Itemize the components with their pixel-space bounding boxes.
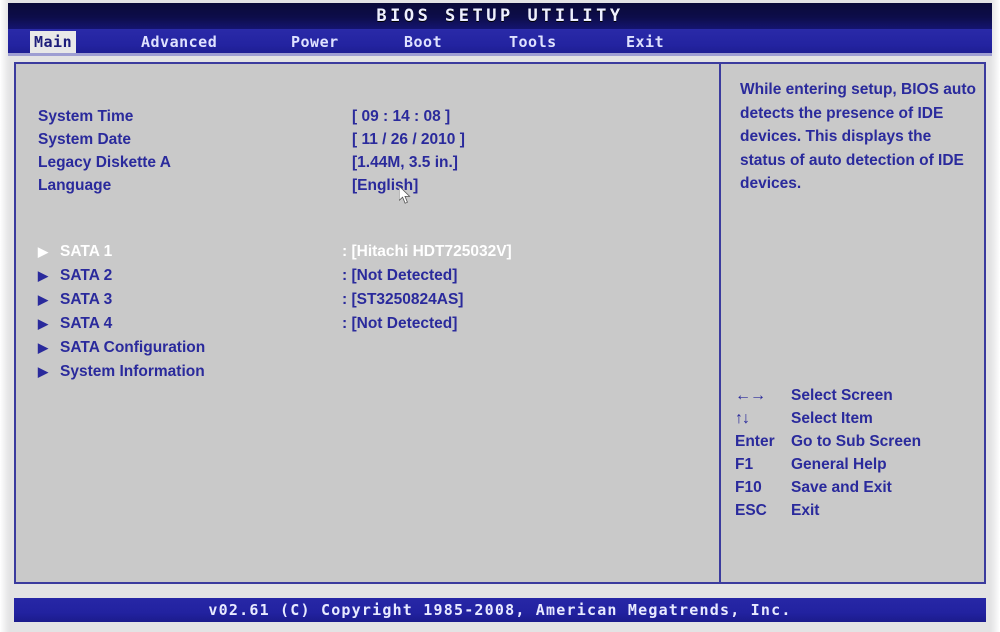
page-title: BIOS SETUP UTILITY (376, 6, 624, 26)
setting-label: Legacy Diskette A (38, 153, 171, 171)
submenu-label: SATA 4 (60, 314, 113, 332)
footer-bar: v02.61 (C) Copyright 1985-2008, American… (14, 598, 986, 622)
submenu-value: : [Hitachi HDT725032V] (342, 242, 512, 260)
submenu-label-group: ▶ SATA 2 (38, 267, 352, 285)
triangle-right-icon: ▶ (38, 268, 48, 283)
legend-description: Save and Exit (791, 478, 892, 496)
submenu-row-sata-3[interactable]: ▶ SATA 3 : [ST3250824AS] (38, 289, 698, 310)
tab-boot[interactable]: Boot (400, 31, 446, 53)
submenu-label: SATA 2 (60, 266, 113, 284)
legend-row-enter: Enter Go to Sub Screen (735, 430, 985, 453)
submenu-value: : [ST3250824AS] (342, 290, 464, 308)
help-text: While entering setup, BIOS auto detects … (740, 81, 976, 192)
arrows-up-down-icon: ↑↓ (735, 409, 750, 427)
submenu-label-group: ▶ SATA 1 (38, 243, 352, 261)
triangle-right-icon: ▶ (38, 292, 48, 307)
triangle-right-icon: ▶ (38, 364, 48, 379)
tab-advanced[interactable]: Advanced (137, 31, 221, 53)
submenu-row-system-information[interactable]: ▶ System Information (38, 361, 698, 382)
tab-tools[interactable]: Tools (505, 31, 561, 53)
setting-row-language[interactable]: Language [English] (38, 175, 698, 196)
bios-setup-screen: BIOS SETUP UTILITY Main Advanced Power B… (0, 0, 1000, 632)
setting-value: [English] (352, 176, 419, 194)
legend-key: Enter (735, 432, 775, 450)
legend-row-select-screen: ←→ Select Screen (735, 384, 985, 407)
copyright-text: v02.61 (C) Copyright 1985-2008, American… (208, 601, 792, 619)
legend-key: ESC (735, 501, 767, 519)
submenu-label: SATA 1 (60, 242, 113, 260)
setting-label: System Time (38, 107, 134, 125)
submenu-label-group: ▶ System Information (38, 363, 352, 381)
submenu-row-sata-1[interactable]: ▶ SATA 1 : [Hitachi HDT725032V] (38, 241, 698, 262)
submenu-row-sata-2[interactable]: ▶ SATA 2 : [Not Detected] (38, 265, 698, 286)
legend-row-esc: ESC Exit (735, 499, 985, 522)
submenu-row-sata-4[interactable]: ▶ SATA 4 : [Not Detected] (38, 313, 698, 334)
submenu-label: SATA Configuration (60, 338, 206, 356)
setting-label: System Date (38, 130, 132, 148)
legend-row-f10: F10 Save and Exit (735, 476, 985, 499)
legend-description: Select Item (791, 409, 873, 427)
setting-value: [1.44M, 3.5 in.] (352, 153, 458, 171)
setting-row-system-time[interactable]: System Time [ 09 : 14 : 08 ] (38, 106, 698, 127)
legend-row-f1: F1 General Help (735, 453, 985, 476)
menu-bar: Main Advanced Power Boot Tools Exit (8, 29, 992, 56)
legend-key: F1 (735, 455, 754, 473)
setting-value: [ 09 : 14 : 08 ] (352, 107, 451, 125)
legend-description: Select Screen (791, 386, 893, 404)
submenu-value: : [Not Detected] (342, 266, 458, 284)
submenu-label: System Information (60, 362, 205, 380)
submenu-label-group: ▶ SATA 4 (38, 315, 352, 333)
tab-main[interactable]: Main (30, 31, 77, 53)
legend-description: Go to Sub Screen (791, 432, 922, 450)
key-legend: ←→ Select Screen ↑↓ Select Item Enter Go… (735, 384, 985, 522)
tab-power[interactable]: Power (287, 31, 343, 53)
submenu-row-sata-configuration[interactable]: ▶ SATA Configuration (38, 337, 698, 358)
setting-row-system-date[interactable]: System Date [ 11 / 26 / 2010 ] (38, 129, 698, 150)
setting-label: Language (38, 176, 112, 194)
legend-row-select-item: ↑↓ Select Item (735, 407, 985, 430)
triangle-right-icon: ▶ (38, 244, 48, 259)
triangle-right-icon: ▶ (38, 340, 48, 355)
tab-exit[interactable]: Exit (622, 31, 668, 53)
legend-description: General Help (791, 455, 887, 473)
setting-row-legacy-diskette-a[interactable]: Legacy Diskette A [1.44M, 3.5 in.] (38, 152, 698, 173)
triangle-right-icon: ▶ (38, 316, 48, 331)
legend-description: Exit (791, 501, 820, 519)
submenu-label: SATA 3 (60, 290, 113, 308)
legend-key: F10 (735, 478, 762, 496)
submenu-label-group: ▶ SATA Configuration (38, 339, 352, 357)
submenu-value: : [Not Detected] (342, 314, 458, 332)
settings-pane: System Time [ 09 : 14 : 08 ] System Date… (16, 64, 719, 582)
title-bar: BIOS SETUP UTILITY (8, 3, 992, 29)
setting-value: [ 11 / 26 / 2010 ] (352, 130, 465, 148)
content-frame: System Time [ 09 : 14 : 08 ] System Date… (14, 62, 986, 584)
help-pane: While entering setup, BIOS auto detects … (721, 64, 986, 582)
arrows-left-right-icon: ←→ (735, 386, 766, 404)
submenu-label-group: ▶ SATA 3 (38, 291, 352, 309)
